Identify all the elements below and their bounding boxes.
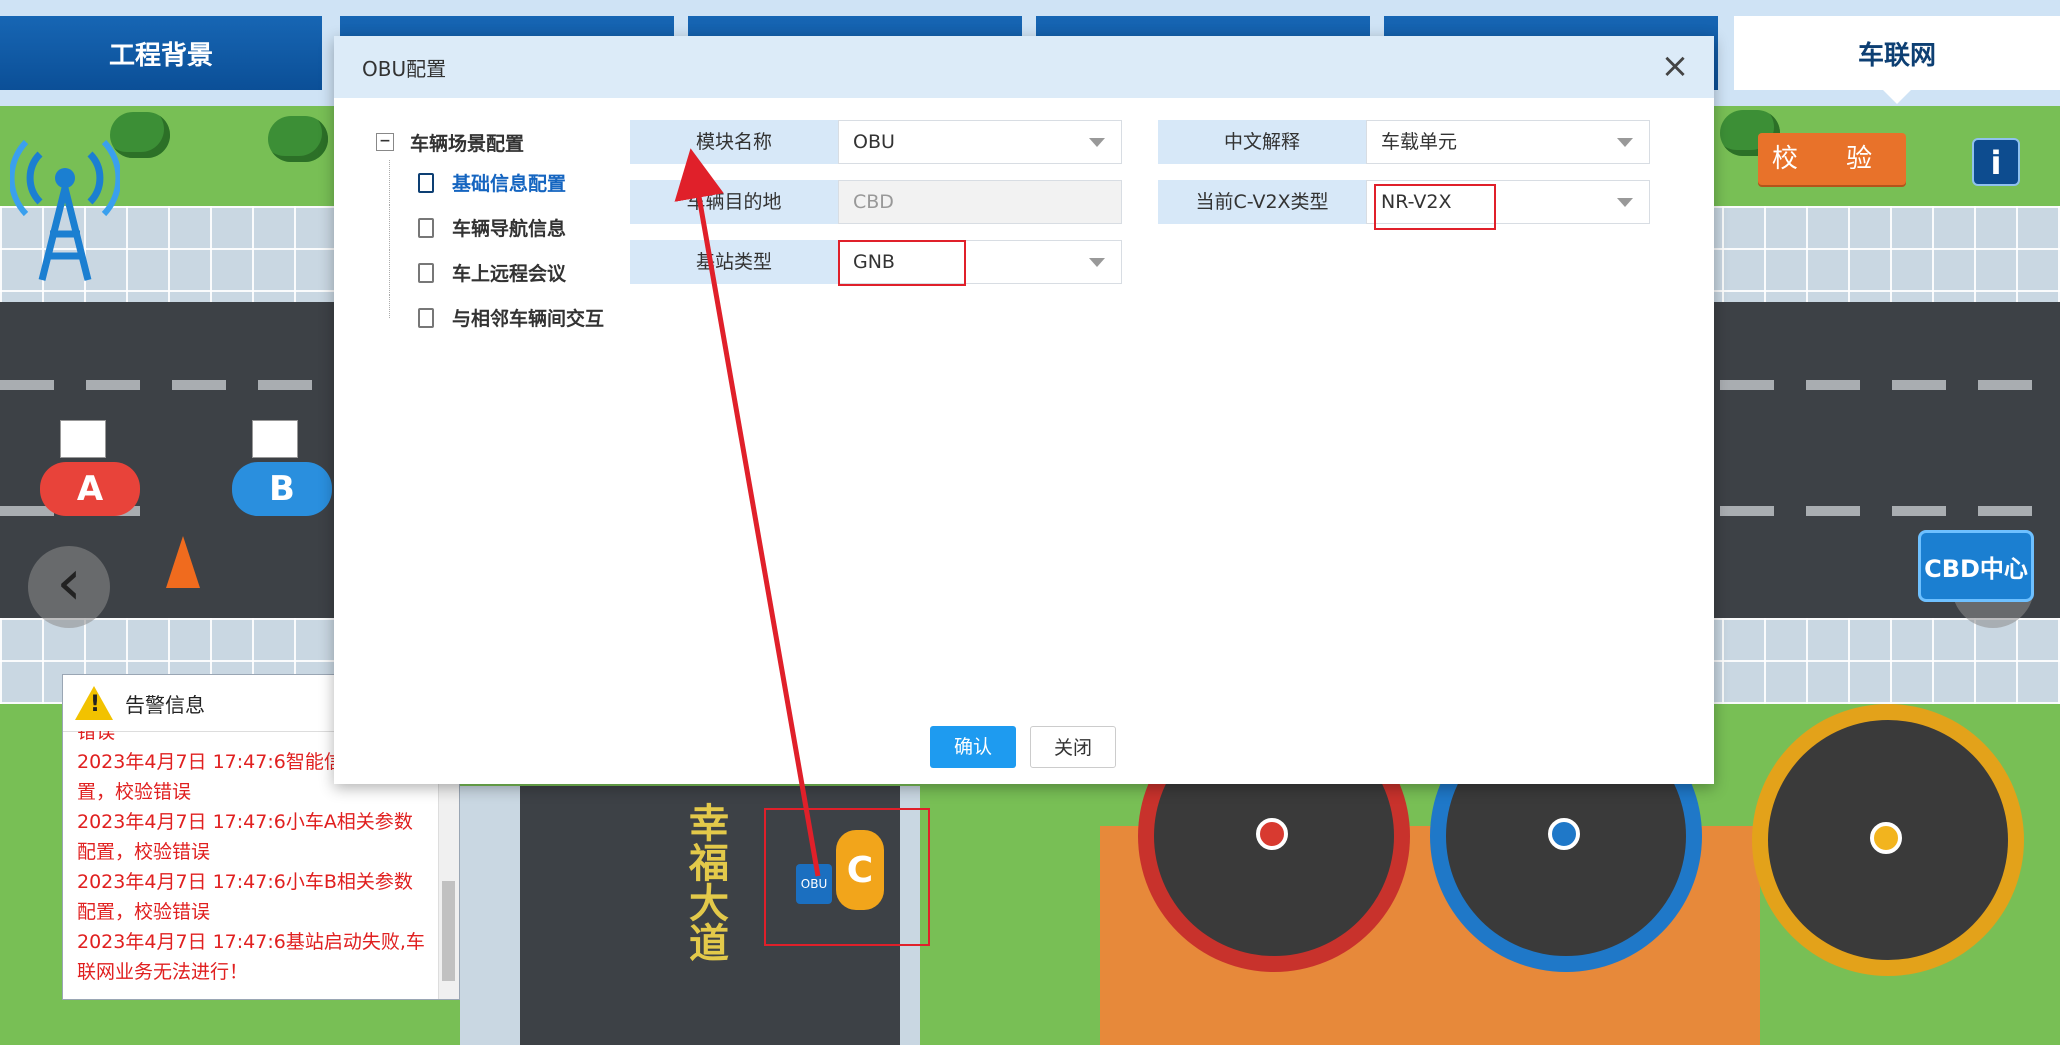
file-icon: [418, 217, 434, 238]
car-a-label: [60, 420, 106, 458]
highlight-box-bs-type: [838, 240, 966, 286]
tree-item-label: 基础信息配置: [452, 173, 567, 195]
tree-item-v2v-interaction[interactable]: 与相邻车辆间交互: [376, 295, 616, 340]
obu-config-dialog: OBU配置 × − 车辆场景配置 基础信息配置 车辆导航信息 车上远程会议 与相…: [334, 36, 1714, 784]
info-icon[interactable]: i: [1972, 138, 2020, 186]
chevron-down-icon: [1617, 198, 1633, 207]
chinese-desc-value: 车载单元: [1381, 131, 1458, 153]
cbd-center-sign[interactable]: CBD中心: [1918, 530, 2034, 602]
alarm-item: 2023年4月7日 17:47:6小车B相关参数配置，校验错误: [77, 871, 413, 923]
tree-root[interactable]: − 车辆场景配置: [376, 124, 616, 160]
chevron-down-icon: [1617, 138, 1633, 147]
antenna-icon: [10, 139, 120, 281]
destination-field: 车辆目的地 CBD: [630, 180, 1122, 224]
road-name-text: 幸福大道: [682, 802, 728, 962]
tree-item-label: 车上远程会议: [452, 263, 567, 285]
chinese-desc-select[interactable]: 车载单元: [1366, 120, 1650, 164]
tab-project-background[interactable]: 工程背景: [0, 16, 322, 90]
destination-value: CBD: [853, 191, 894, 213]
highlight-box-obu-car: [764, 808, 930, 946]
tree-item-label: 车辆导航信息: [452, 218, 567, 240]
dialog-header: OBU配置 ×: [334, 36, 1714, 98]
file-icon: [418, 172, 434, 193]
module-name-label: 模块名称: [630, 120, 838, 164]
chevron-down-icon: [1089, 258, 1105, 267]
collapse-icon[interactable]: −: [376, 133, 394, 151]
car-a[interactable]: A: [40, 462, 140, 516]
file-icon: [418, 307, 434, 328]
tree-item-label: 与相邻车辆间交互: [452, 308, 605, 330]
tree-item-remote-meeting[interactable]: 车上远程会议: [376, 250, 616, 295]
traffic-cone: [166, 536, 200, 588]
dialog-title: OBU配置: [362, 56, 447, 81]
close-icon[interactable]: ×: [1656, 48, 1694, 86]
check-button[interactable]: 校 验: [1758, 133, 1906, 185]
module-name-field: 模块名称 OBU: [630, 120, 1122, 164]
arrow-left-icon[interactable]: ‹: [28, 546, 110, 628]
tree-item-navigation[interactable]: 车辆导航信息: [376, 205, 616, 250]
tree-item-basic-info[interactable]: 基础信息配置: [376, 160, 616, 205]
warning-icon: !: [75, 686, 113, 720]
close-button[interactable]: 关闭: [1030, 726, 1116, 768]
confirm-button[interactable]: 确认: [930, 726, 1016, 768]
chinese-desc-field: 中文解释 车载单元: [1158, 120, 1650, 164]
tree-root-label: 车辆场景配置: [410, 132, 525, 155]
alarm-title: 告警信息: [125, 692, 205, 717]
bush: [268, 116, 328, 162]
cv2x-type-label: 当前C-V2X类型: [1158, 180, 1366, 224]
speed-gauge-yellow: [1752, 704, 2024, 976]
file-icon: [418, 262, 434, 283]
module-name-value: OBU: [853, 131, 895, 153]
chinese-desc-label: 中文解释: [1158, 120, 1366, 164]
car-b-label: [252, 420, 298, 458]
alarm-item: 2023年4月7日 17:47:6基站启动失败,车联网业务无法进行！: [77, 931, 425, 983]
destination-input: CBD: [838, 180, 1122, 224]
destination-label: 车辆目的地: [630, 180, 838, 224]
bs-type-label: 基站类型: [630, 240, 838, 284]
module-name-select[interactable]: OBU: [838, 120, 1122, 164]
alarm-item: 2023年4月7日 17:47:6小车A相关参数配置，校验错误: [77, 811, 413, 863]
car-b[interactable]: B: [232, 462, 332, 516]
highlight-box-cv2x-type: [1374, 184, 1496, 230]
chevron-down-icon: [1089, 138, 1105, 147]
tab-vehicle-network[interactable]: 车联网: [1734, 16, 2060, 104]
config-tree: − 车辆场景配置 基础信息配置 车辆导航信息 车上远程会议 与相邻车辆间交互: [376, 124, 616, 340]
